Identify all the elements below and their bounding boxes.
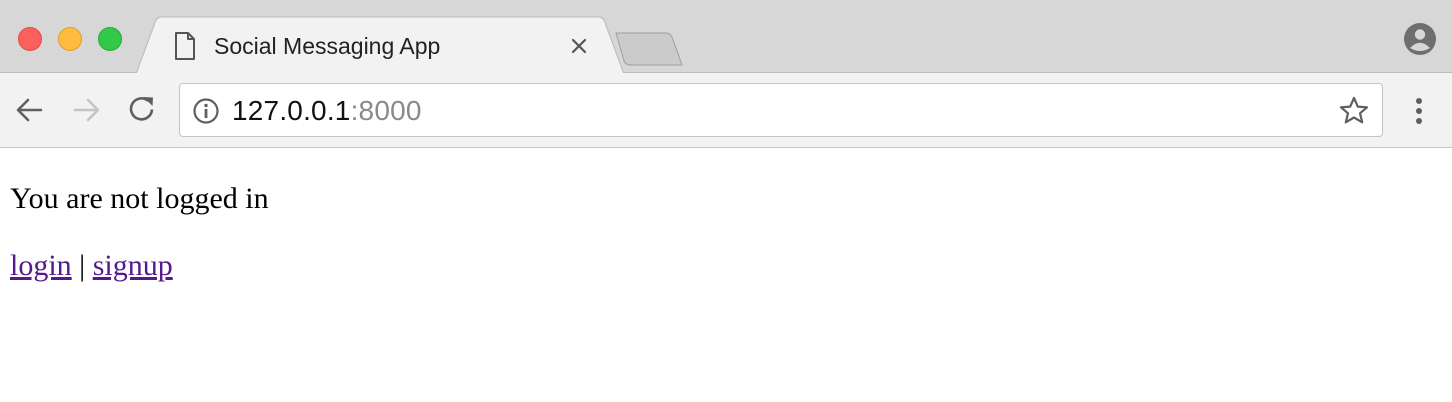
minimize-window-button[interactable]	[58, 27, 82, 51]
back-arrow-icon[interactable]	[12, 92, 48, 128]
login-status-text: You are not logged in	[10, 182, 269, 215]
more-menu-icon[interactable]	[1404, 94, 1434, 128]
link-separator: |	[71, 249, 93, 282]
forward-arrow-icon[interactable]	[68, 92, 104, 128]
url-port: :8000	[350, 95, 422, 126]
signup-link[interactable]: signup	[93, 249, 173, 282]
auth-links: login | signup	[10, 248, 173, 284]
login-link[interactable]: login	[10, 249, 72, 282]
reload-icon[interactable]	[124, 92, 160, 128]
close-tab-icon[interactable]	[567, 34, 591, 58]
zoom-window-button[interactable]	[98, 27, 122, 51]
info-icon[interactable]	[192, 97, 220, 125]
tab-title: Social Messaging App	[214, 33, 441, 59]
url-host: 127.0.0.1	[232, 95, 351, 126]
close-window-button[interactable]	[18, 27, 42, 51]
profile-icon[interactable]	[1403, 22, 1437, 56]
address-url[interactable]: 127.0.0.1:8000	[232, 94, 422, 128]
new-tab-button[interactable]	[612, 31, 684, 67]
document-icon	[175, 32, 195, 60]
bookmark-star-icon[interactable]	[1338, 95, 1370, 127]
